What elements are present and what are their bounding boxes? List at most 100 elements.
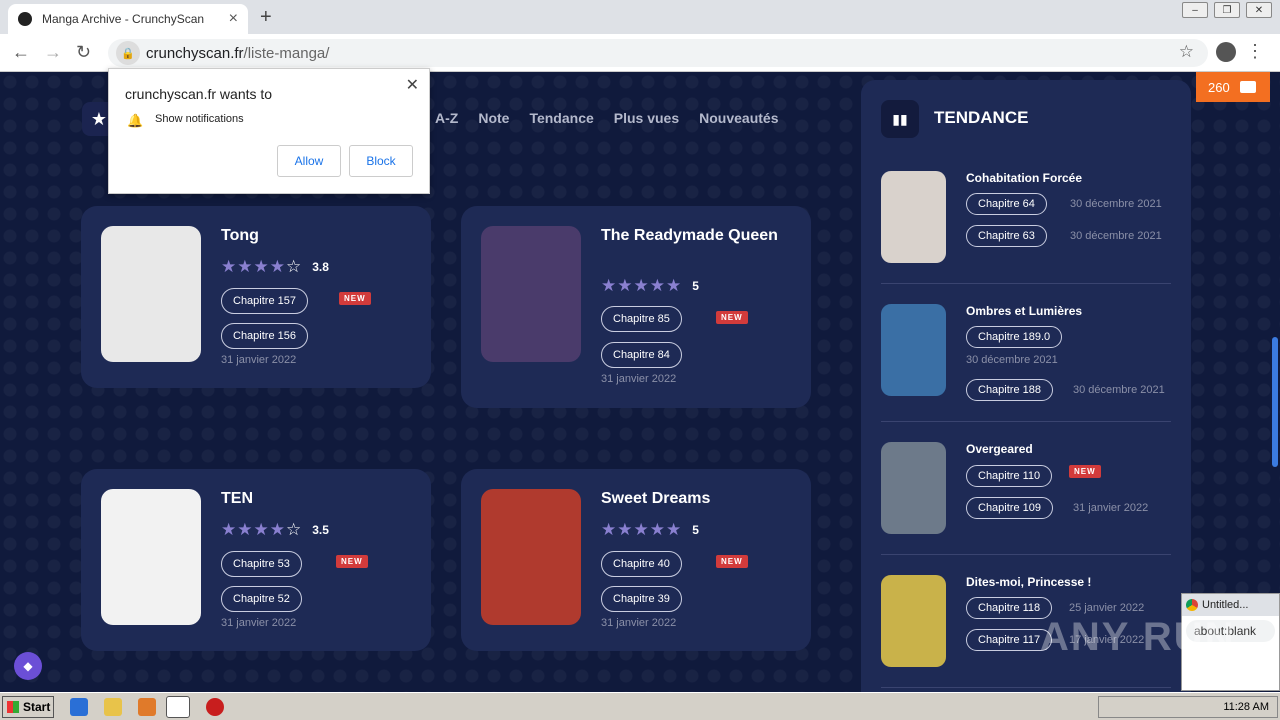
trending-thumb[interactable] (881, 442, 946, 534)
release-date: 31 janvier 2022 (1073, 502, 1149, 514)
start-button[interactable]: Start (2, 696, 54, 718)
star-rating: ★ ★ ★ ★ ★ 5 (601, 520, 699, 540)
comments-badge[interactable]: 260 (1196, 72, 1270, 102)
chapter-button[interactable]: Chapitre 63 (966, 225, 1047, 247)
release-date: 25 janvier 2022 (1069, 602, 1145, 614)
chapter-button[interactable]: Chapitre 156 (221, 323, 308, 349)
page-scrollbar[interactable] (1272, 337, 1278, 467)
chapter-button[interactable]: Chapitre 64 (966, 193, 1047, 215)
trending-title[interactable]: Overgeared (966, 442, 1033, 456)
star-rating: ★ ★ ★ ★ ★ 5 (601, 276, 699, 296)
chapter-button[interactable]: Chapitre 110 (966, 465, 1053, 487)
chrome-taskbar-icon[interactable] (166, 696, 190, 718)
star-icon: ★ (237, 257, 253, 276)
new-tab-button[interactable]: + (260, 6, 272, 29)
divider (881, 421, 1171, 422)
divider (881, 687, 1171, 688)
bell-icon: 🔔 (127, 113, 144, 128)
chapter-button[interactable]: Chapitre 52 (221, 586, 302, 612)
chapter-button[interactable]: Chapitre 39 (601, 586, 682, 612)
manga-cover[interactable] (101, 489, 201, 625)
release-date: 31 janvier 2022 (601, 373, 677, 385)
chrome-icon (1186, 599, 1198, 611)
chapter-button[interactable]: Chapitre 53 (221, 551, 302, 577)
navigation-fab-icon[interactable]: ◆ (14, 652, 42, 680)
trending-title[interactable]: Dites-moi, Princesse ! (966, 575, 1091, 589)
release-date: 31 janvier 2022 (601, 617, 677, 629)
media-player-icon[interactable] (138, 698, 156, 716)
folder-icon[interactable] (104, 698, 122, 716)
reload-icon[interactable]: ↻ (76, 42, 91, 63)
new-badge: NEW (716, 311, 748, 324)
star-rating: ★ ★ ★ ★ ☆ 3.8 (221, 257, 329, 277)
alert-icon[interactable] (206, 698, 224, 716)
trending-title[interactable]: Ombres et Lumières (966, 304, 1082, 318)
browser-tab[interactable]: Manga Archive - CrunchyScan × (8, 4, 248, 34)
chapter-button[interactable]: Chapitre 40 (601, 551, 682, 577)
release-date: 30 décembre 2021 (1070, 198, 1162, 210)
trending-thumb[interactable] (881, 575, 946, 667)
sort-filters: A-Z Note Tendance Plus vues Nouveautés (435, 110, 779, 126)
back-arrow-icon[interactable]: ← (12, 42, 30, 63)
manga-card[interactable]: Sweet Dreams ★ ★ ★ ★ ★ 5 Chapitre 40 NEW Chap… (461, 469, 811, 651)
close-window-button[interactable]: ✕ (1246, 2, 1272, 18)
clock[interactable]: 11:28 AM (1223, 701, 1269, 713)
chapter-button[interactable]: Chapitre 85 (601, 306, 682, 332)
chapter-button[interactable]: Chapitre 189.0 (966, 326, 1063, 348)
minimize-button[interactable]: ‒ (1182, 2, 1208, 18)
star-icon: ★ (649, 276, 665, 295)
chapter-button[interactable]: Chapitre 84 (601, 342, 682, 368)
forward-arrow-icon[interactable]: → (44, 42, 62, 63)
restore-button[interactable]: ❐ (1214, 2, 1240, 18)
manga-title[interactable]: The Readymade Queen (601, 226, 801, 245)
trending-title[interactable]: Cohabitation Forcée (966, 171, 1082, 185)
filter-tendance[interactable]: Tendance (529, 110, 593, 126)
manga-title[interactable]: Tong (221, 226, 421, 245)
release-date: 30 décembre 2021 (1070, 230, 1162, 242)
ie-icon[interactable] (70, 698, 88, 716)
star-rating: ★ ★ ★ ★ ☆ 3.5 (221, 520, 329, 540)
chapter-button[interactable]: Chapitre 109 (966, 497, 1053, 519)
profile-avatar-icon[interactable] (1216, 42, 1236, 62)
star-icon: ★ (666, 276, 682, 295)
chapter-button[interactable]: Chapitre 157 (221, 288, 308, 314)
manga-cover[interactable] (481, 226, 581, 362)
lock-icon[interactable]: 🔒 (116, 41, 140, 65)
filter-note[interactable]: Note (478, 110, 509, 126)
manga-card[interactable]: Tong ★ ★ ★ ★ ☆ 3.8 Chapitre 157 NEW Chapitre … (81, 206, 431, 388)
release-date: 31 janvier 2022 (221, 617, 297, 629)
star-icon: ★ (237, 520, 253, 539)
allow-button[interactable]: Allow (277, 145, 341, 177)
popup-close-icon[interactable]: ✕ (406, 75, 419, 95)
url-domain: crunchyscan.fr (146, 44, 244, 62)
chapter-button[interactable]: Chapitre 188 (966, 379, 1053, 401)
comments-count: 260 (1208, 79, 1230, 95)
filter-az[interactable]: A-Z (435, 110, 458, 126)
filter-nouveautes[interactable]: Nouveautés (699, 110, 778, 126)
manga-card[interactable]: TEN ★ ★ ★ ★ ☆ 3.5 Chapitre 53 NEW Chapitre 52… (81, 469, 431, 651)
mini-tab-title: Untitled... (1202, 599, 1249, 611)
manga-cover[interactable] (481, 489, 581, 625)
star-icon: ★ (221, 520, 237, 539)
star-icon: ★ (633, 520, 649, 539)
trending-thumb[interactable] (881, 304, 946, 396)
star-icon: ☆ (286, 520, 302, 539)
manga-cover[interactable] (101, 226, 201, 362)
star-icon: ★ (601, 276, 617, 295)
block-button[interactable]: Block (349, 145, 413, 177)
trending-thumb[interactable] (881, 171, 946, 263)
bookmark-star-icon[interactable]: ☆ (1179, 42, 1194, 62)
tab-close-icon[interactable]: × (229, 10, 238, 28)
star-icon: ★ (633, 276, 649, 295)
mini-tab[interactable]: Untitled... (1182, 594, 1279, 616)
manga-card[interactable]: The Readymade Queen ★ ★ ★ ★ ★ 5 Chapitre 85 N… (461, 206, 811, 408)
manga-title[interactable]: TEN (221, 489, 421, 508)
notification-permission-popup: crunchyscan.fr wants to ✕ 🔔 Show notific… (108, 68, 430, 194)
star-icon: ★ (269, 520, 285, 539)
browser-menu-icon[interactable]: ⋮ (1246, 41, 1264, 62)
chart-icon: ▮▮ (881, 100, 919, 138)
address-bar[interactable]: 🔒 crunchyscan.fr/liste-manga/ (108, 39, 1208, 67)
manga-title[interactable]: Sweet Dreams (601, 489, 801, 508)
filter-plus-vues[interactable]: Plus vues (614, 110, 679, 126)
new-badge: NEW (1069, 465, 1101, 478)
